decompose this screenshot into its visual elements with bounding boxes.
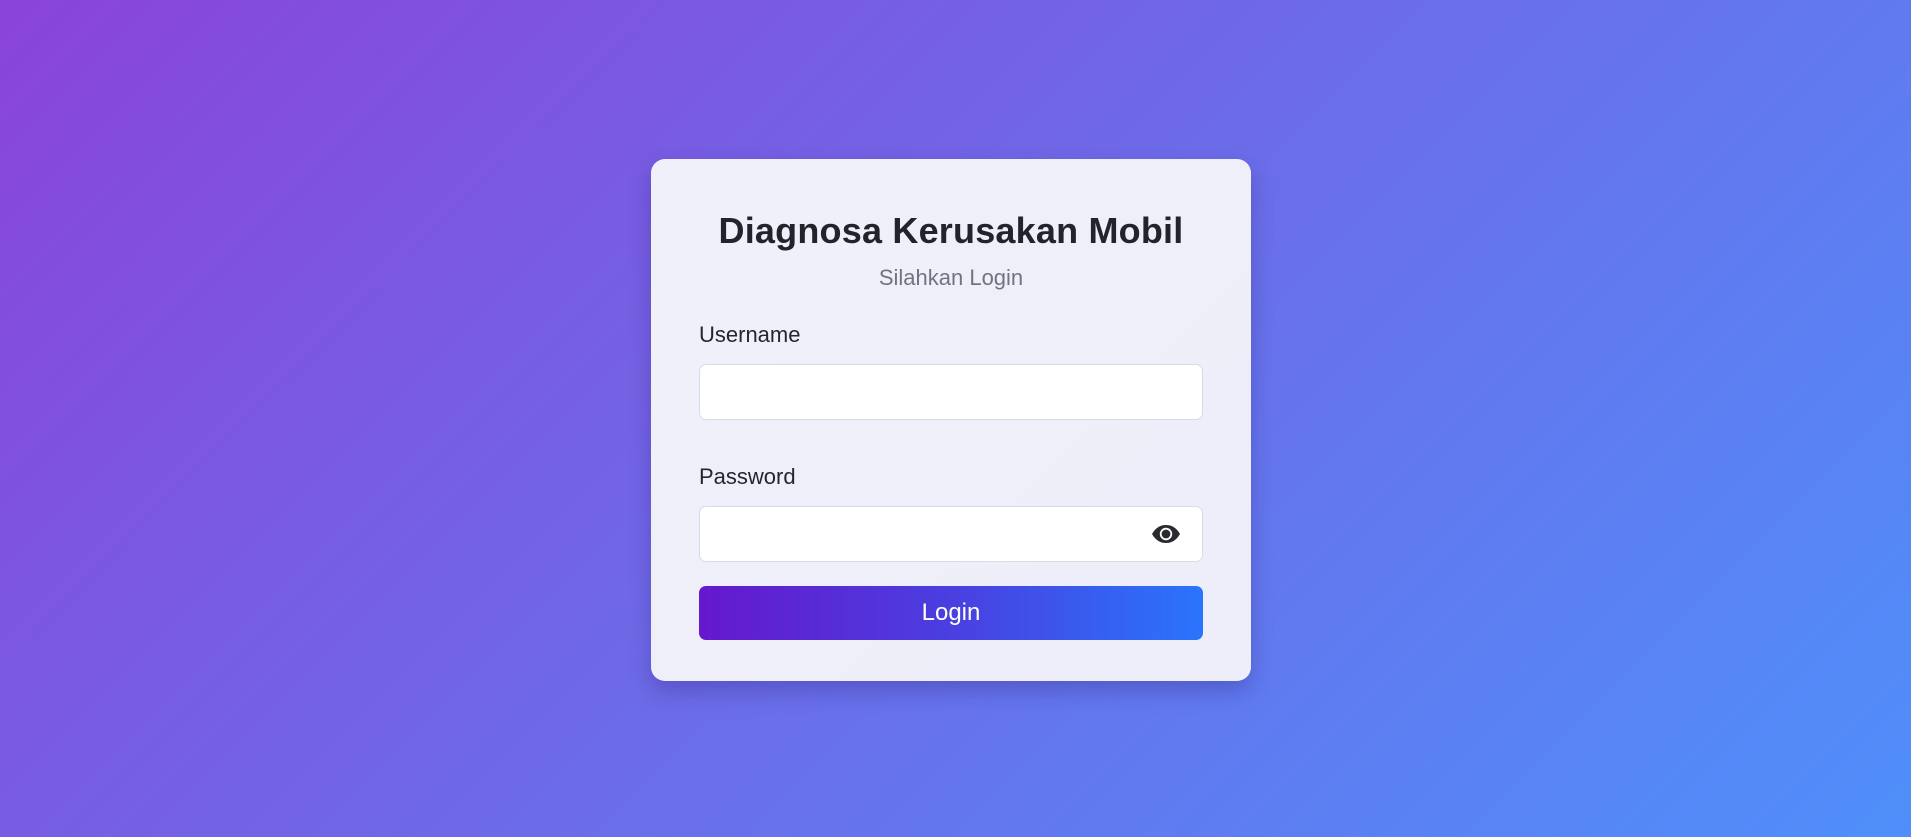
login-form: Username Password Login [699,321,1203,640]
username-field-wrapper [699,364,1203,420]
eye-icon[interactable] [1150,522,1182,546]
password-label: Password [699,464,796,489]
page-title: Diagnosa Kerusakan Mobil [718,210,1184,251]
username-label: Username [699,322,801,347]
login-button[interactable]: Login [699,586,1203,640]
login-card: Diagnosa Kerusakan Mobil Silahkan Login … [651,159,1251,681]
username-input[interactable] [700,365,1202,419]
login-subtitle: Silahkan Login [878,265,1024,290]
password-input[interactable] [700,507,1202,561]
password-field-wrapper [699,506,1203,562]
